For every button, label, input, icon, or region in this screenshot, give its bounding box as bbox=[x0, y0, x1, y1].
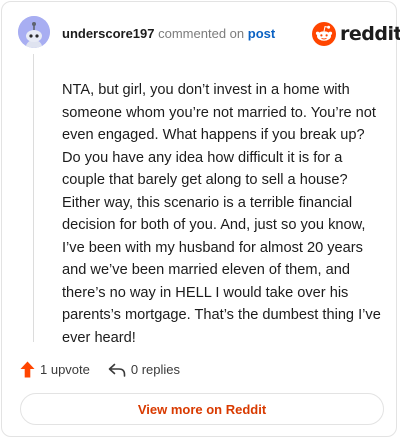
upvote-arrow-icon bbox=[20, 361, 35, 378]
reddit-logo-text: reddit bbox=[340, 23, 400, 45]
reddit-logo[interactable]: reddit bbox=[312, 22, 400, 46]
commented-on-text: commented on bbox=[158, 26, 245, 41]
thread-line bbox=[33, 54, 34, 342]
comment-actions: 1 upvote 0 replies bbox=[20, 361, 180, 378]
view-more-on-reddit-button[interactable]: View more on Reddit bbox=[20, 393, 384, 425]
avatar[interactable] bbox=[18, 16, 50, 48]
comment-embed-card: underscore197 commented on post reddit N… bbox=[1, 1, 400, 437]
upvote-button[interactable]: 1 upvote bbox=[20, 361, 90, 378]
post-link[interactable]: post bbox=[248, 26, 275, 41]
username-link[interactable]: underscore197 bbox=[62, 26, 155, 41]
comment-header: underscore197 commented on post bbox=[62, 26, 275, 42]
avatar-snoo-icon bbox=[18, 16, 50, 48]
comment-text: NTA, but girl, you don’t invest in a hom… bbox=[62, 82, 381, 346]
reddit-logo-icon bbox=[312, 22, 336, 46]
replies-button[interactable]: 0 replies bbox=[108, 362, 180, 378]
reply-arrow-icon bbox=[108, 363, 126, 377]
reply-count: 0 replies bbox=[130, 362, 181, 377]
upvote-count: 1 upvote bbox=[40, 362, 90, 377]
